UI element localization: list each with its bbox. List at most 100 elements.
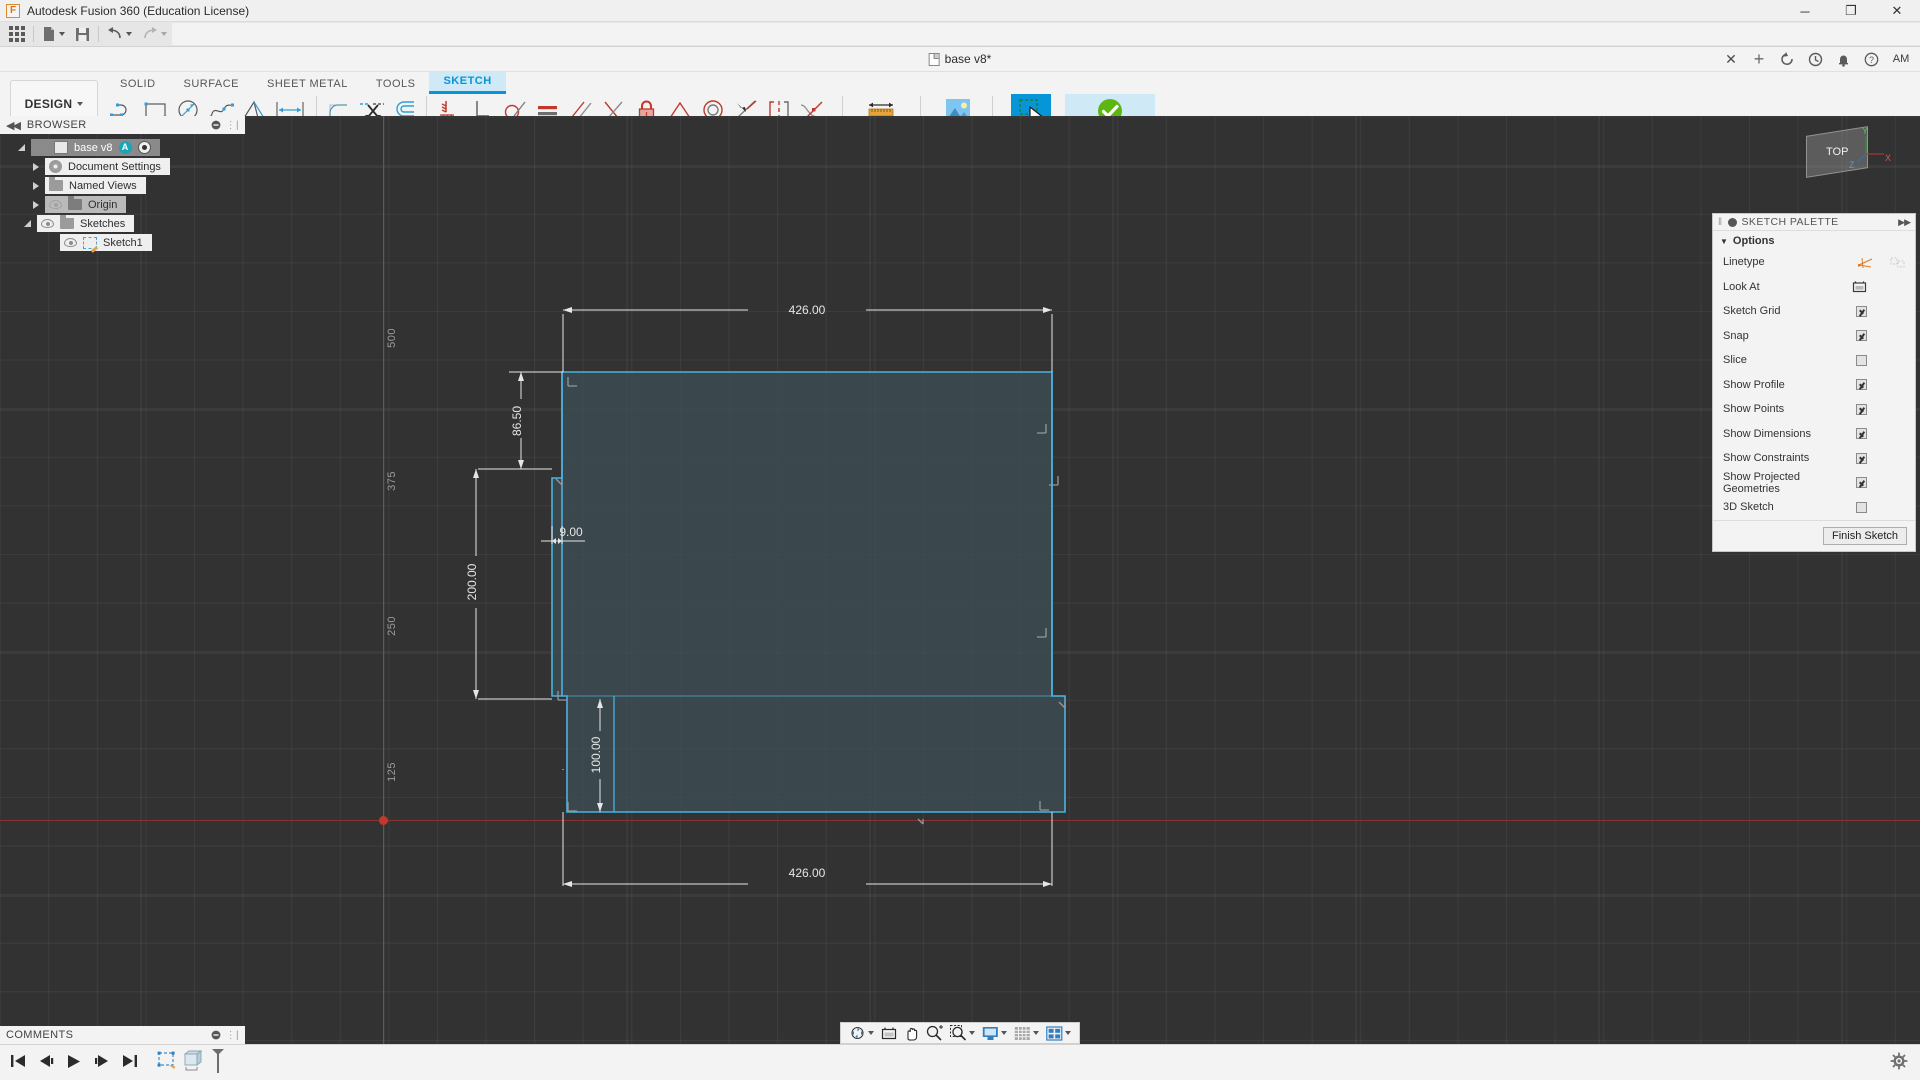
close-document-button[interactable]: ✕ <box>1718 48 1744 70</box>
target-icon[interactable] <box>138 141 151 154</box>
maximize-button[interactable]: ❐ <box>1828 0 1874 22</box>
chevron-right-icon[interactable] <box>33 201 39 209</box>
look-at-icon[interactable] <box>1852 280 1867 293</box>
timeline-feature-extrude[interactable] <box>182 1049 206 1076</box>
comments-panel-header[interactable]: COMMENTS ⋮| <box>0 1026 245 1044</box>
palette-row-look-at[interactable]: Look At <box>1713 275 1915 300</box>
save-button[interactable] <box>70 23 95 45</box>
tab-sheet-metal[interactable]: SHEET METAL <box>253 75 362 94</box>
timeline-feature-sketch1[interactable] <box>156 1050 178 1075</box>
new-tab-button[interactable]: + <box>1746 48 1772 70</box>
palette-row-snap[interactable]: Snap <box>1713 324 1915 349</box>
zoom-window-button[interactable] <box>947 1023 978 1043</box>
minimize-button[interactable]: ─ <box>1782 0 1828 22</box>
chevron-down-icon[interactable] <box>868 1031 874 1035</box>
resize-handle-icon[interactable]: ⋮| <box>226 1030 239 1041</box>
chevron-down-icon[interactable] <box>24 220 31 227</box>
collapse-left-icon[interactable]: ◀◀ <box>6 119 19 132</box>
expand-right-icon[interactable]: ▶▶ <box>1898 217 1910 228</box>
sketch-canvas[interactable]: 500 375 250 125 <box>0 116 1920 1080</box>
viewports-button[interactable] <box>1043 1023 1074 1043</box>
pan-button[interactable] <box>901 1023 922 1043</box>
show-dimensions-checkbox[interactable] <box>1856 428 1867 439</box>
browser-item-origin[interactable]: Origin <box>0 195 245 214</box>
palette-row-show-dimensions[interactable]: Show Dimensions <box>1713 422 1915 447</box>
chevron-down-icon[interactable] <box>969 1031 975 1035</box>
minimize-panel-icon[interactable] <box>1728 218 1737 227</box>
new-document-button[interactable] <box>37 23 70 45</box>
redo-button[interactable] <box>137 23 172 45</box>
bell-icon[interactable] <box>1830 48 1856 70</box>
palette-row-show-projected-geometries[interactable]: Show Projected Geometries <box>1713 471 1915 496</box>
play-button[interactable] <box>66 1054 82 1072</box>
browser-panel-controls[interactable]: ⋮| <box>211 120 239 131</box>
options-section-header[interactable]: ▼ Options <box>1713 231 1915 250</box>
browser-item-document-settings[interactable]: Document Settings <box>0 157 245 176</box>
step-back-button[interactable] <box>38 1054 54 1071</box>
zoom-button[interactable] <box>923 1023 946 1043</box>
document-tab[interactable]: base v8* <box>929 52 992 66</box>
palette-row-linetype[interactable]: Linetype <box>1713 250 1915 275</box>
undo-button[interactable] <box>102 23 137 45</box>
construction-line-icon[interactable] <box>1858 256 1874 269</box>
chevron-down-icon[interactable] <box>1065 1031 1071 1035</box>
browser-item-label: Sketch1 <box>103 237 143 249</box>
chevron-down-icon[interactable] <box>1033 1031 1039 1035</box>
chevron-down-icon[interactable] <box>126 32 132 36</box>
palette-row-show-points[interactable]: Show Points <box>1713 397 1915 422</box>
browser-item-base-v8[interactable]: base v8 A <box>0 138 245 157</box>
chevron-down-icon[interactable] <box>18 144 25 151</box>
tab-tools[interactable]: TOOLS <box>362 75 430 94</box>
chevron-down-icon[interactable] <box>161 32 167 36</box>
step-forward-button[interactable] <box>94 1054 110 1071</box>
grid-snap-button[interactable] <box>1011 1023 1042 1043</box>
timeline-settings-button[interactable] <box>1890 1052 1908 1073</box>
help-icon[interactable]: ? <box>1858 48 1884 70</box>
show-profile-checkbox[interactable] <box>1856 379 1867 390</box>
palette-row-show-constraints[interactable]: Show Constraints <box>1713 446 1915 471</box>
browser-item-named-views[interactable]: Named Views <box>0 176 245 195</box>
show-projected-geometries-checkbox[interactable] <box>1856 477 1867 488</box>
browser-item-label: Named Views <box>69 180 137 192</box>
go-to-beginning-button[interactable] <box>10 1054 26 1071</box>
look-at-button[interactable] <box>878 1023 900 1043</box>
snap-checkbox[interactable] <box>1856 330 1867 341</box>
timeline-marker[interactable] <box>210 1048 226 1077</box>
palette-row-show-profile[interactable]: Show Profile <box>1713 373 1915 398</box>
eye-icon[interactable] <box>41 219 54 228</box>
tab-solid[interactable]: SOLID <box>106 75 170 94</box>
app-grid-button[interactable] <box>4 23 30 45</box>
refresh-icon[interactable] <box>1774 48 1800 70</box>
sketch-grid-checkbox[interactable] <box>1856 306 1867 317</box>
resize-handle-icon[interactable]: ⋮| <box>226 120 239 131</box>
show-points-checkbox[interactable] <box>1856 404 1867 415</box>
drag-handle-icon[interactable]: ‖ <box>1718 217 1723 228</box>
sketch-geometry[interactable]: 426.00 86.50 9.00 200 <box>0 116 1920 1080</box>
show-constraints-checkbox[interactable] <box>1856 453 1867 464</box>
go-to-end-button[interactable] <box>122 1054 138 1071</box>
tab-surface[interactable]: SURFACE <box>170 75 253 94</box>
eye-icon[interactable] <box>64 238 77 247</box>
browser-item-sketches[interactable]: Sketches <box>0 214 245 233</box>
finish-sketch-palette-button[interactable]: Finish Sketch <box>1823 527 1907 545</box>
palette-row-slice[interactable]: Slice <box>1713 348 1915 373</box>
clock-icon[interactable] <box>1802 48 1828 70</box>
display-settings-button[interactable] <box>979 1023 1010 1043</box>
eye-icon[interactable] <box>35 143 48 152</box>
browser-item-sketch1[interactable]: Sketch1 <box>0 233 245 252</box>
account-avatar[interactable]: AM <box>1886 48 1916 70</box>
chevron-down-icon[interactable] <box>59 32 65 36</box>
chevron-right-icon[interactable] <box>33 182 39 190</box>
palette-row-sketch-grid[interactable]: Sketch Grid <box>1713 299 1915 324</box>
orbit-button[interactable] <box>846 1023 877 1043</box>
eye-off-icon[interactable] <box>49 200 62 209</box>
3d-sketch-checkbox[interactable] <box>1856 502 1867 513</box>
close-button[interactable]: ✕ <box>1874 0 1920 22</box>
slice-checkbox[interactable] <box>1856 355 1867 366</box>
chevron-down-icon[interactable] <box>1001 1031 1007 1035</box>
chevron-right-icon[interactable] <box>33 163 39 171</box>
comments-panel-controls[interactable]: ⋮| <box>211 1030 239 1041</box>
tab-sketch[interactable]: SKETCH <box>429 72 505 94</box>
centerline-icon[interactable] <box>1890 256 1906 269</box>
palette-row-3d-sketch[interactable]: 3D Sketch <box>1713 495 1915 520</box>
